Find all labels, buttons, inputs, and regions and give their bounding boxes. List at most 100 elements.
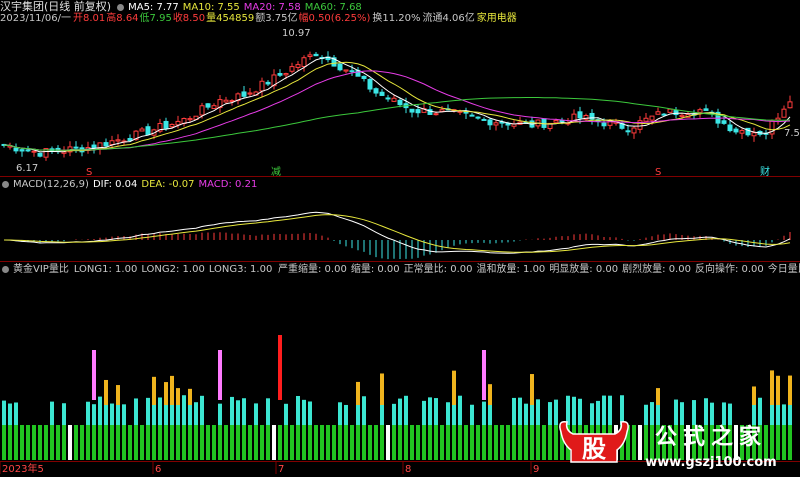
- candle-body: [175, 120, 181, 126]
- vol-ratio-bar: [212, 425, 216, 460]
- candle-body: [265, 81, 271, 85]
- vol-ratio-bar: [380, 425, 384, 460]
- vol-ratio-bar: [440, 425, 444, 460]
- candle-body: [73, 146, 79, 149]
- vol-item: 明显放量: 0.00: [549, 264, 619, 275]
- vol-ratio-bar: [170, 375, 174, 405]
- watermark-icon-text: 股: [582, 435, 606, 463]
- vol-ratio-bar: [164, 382, 168, 405]
- candle-body: [373, 88, 379, 94]
- macd-name[interactable]: MACD(12,26,9): [13, 179, 89, 190]
- ma5-line: [3, 56, 791, 153]
- quote-high: 高8.64: [106, 13, 139, 24]
- candle-body: [751, 132, 757, 137]
- candle-body: [163, 120, 169, 129]
- vol-ratio-bar: [98, 425, 102, 460]
- vol-name[interactable]: 黄金VIP量比: [13, 264, 69, 275]
- vol-ratio-bar: [170, 425, 174, 460]
- candle-body: [139, 128, 145, 132]
- candle-body: [397, 99, 403, 106]
- vol-ratio-bar: [98, 396, 102, 425]
- vol-long1: LONG1: 1.00: [73, 264, 138, 275]
- indicator-toggle-icon[interactable]: [117, 3, 125, 11]
- vol-ratio-bar: [410, 425, 414, 460]
- vol-ratio-bar: [452, 370, 456, 405]
- vol-ratio-bar: [68, 425, 72, 460]
- candle-body: [109, 140, 115, 146]
- vol-ratio-bar: [434, 398, 438, 425]
- vol-ratio-bar: [350, 425, 354, 460]
- vol-ratio-spike: [278, 335, 282, 400]
- candle-body: [205, 103, 211, 108]
- vol-ratio-bar: [428, 397, 432, 425]
- candle-body: [577, 111, 583, 119]
- vol-item: 正常量比: 0.00: [403, 264, 473, 275]
- vol-ratio-bar: [38, 425, 42, 460]
- vol-item: 严重缩量: 0.00: [278, 264, 347, 275]
- quote-amount: 额3.75亿: [255, 13, 298, 24]
- vol-item: 反向操作: 0.00: [694, 264, 764, 275]
- x-axis-label: 7: [278, 464, 284, 474]
- event-marker: S: [86, 167, 92, 178]
- vol-ratio-bar: [236, 425, 240, 460]
- candle-body: [169, 123, 175, 128]
- vol-long2: LONG2: 1.00: [141, 264, 205, 275]
- x-axis-label: 8: [405, 464, 411, 474]
- vol-ratio-bar: [242, 425, 246, 460]
- candle-body: [733, 128, 739, 133]
- candle-body: [259, 80, 265, 92]
- candle-body: [727, 124, 733, 132]
- candle-body: [481, 118, 487, 121]
- candle-body: [667, 108, 673, 113]
- x-axis-label: 6: [155, 464, 161, 474]
- vol-ratio-bar: [248, 425, 252, 460]
- vol-ratio-bar: [158, 425, 162, 460]
- vol-ratio-bar: [218, 403, 222, 425]
- vol-ratio-bar: [380, 404, 384, 425]
- quote-date: 2023/11/06/一: [0, 13, 72, 24]
- vol-ratio-bar: [176, 388, 180, 405]
- vol-toggle-icon[interactable]: [2, 265, 9, 273]
- candle-body: [277, 73, 283, 76]
- macd-dif-line: [3, 211, 791, 254]
- vol-ratio-bar: [512, 425, 516, 460]
- candle-body: [247, 92, 253, 95]
- candle-body: [415, 109, 421, 114]
- macd-toggle-icon[interactable]: [2, 180, 9, 188]
- candle-body: [601, 122, 607, 127]
- x-axis-label: 9: [533, 464, 539, 474]
- vol-ratio-bar: [488, 425, 492, 460]
- vol-ratio-bar: [146, 425, 150, 460]
- vol-ratio-bar: [188, 388, 192, 405]
- candle-body: [391, 97, 397, 102]
- macd-dea: DEA: -0.07: [141, 179, 195, 190]
- vol-ratio-bar: [194, 425, 198, 460]
- vol-ratio-bar: [188, 425, 192, 460]
- vol-ratio-bar: [362, 425, 366, 460]
- candle-body: [475, 116, 481, 119]
- vol-ratio-bar: [308, 401, 312, 425]
- candle-body: [145, 126, 151, 136]
- vol-ratio-bar: [86, 401, 90, 425]
- vol-ratio-bar: [134, 398, 138, 425]
- vol-ratio-bar: [188, 402, 192, 425]
- vol-ratio-bar: [62, 403, 66, 425]
- vol-items: 严重缩量: 0.00 缩量: 0.00 正常量比: 0.00 温和放量: 1.00 明显…: [278, 263, 800, 276]
- vol-ratio-bar: [92, 404, 96, 425]
- quote-sector: 家用电器: [476, 13, 517, 24]
- vol-ratio-bar: [2, 425, 6, 460]
- vol-ratio-bar: [302, 399, 306, 425]
- candle-body: [559, 120, 565, 123]
- candle-body: [631, 127, 637, 134]
- vol-ratio-bar: [308, 425, 312, 460]
- vol-ratio-bar: [182, 395, 186, 425]
- vol-ratio-bar: [656, 388, 660, 405]
- vol-ratio-bar: [356, 381, 360, 405]
- x-axis-label: 2023年5: [2, 462, 44, 474]
- kline-chart-canvas[interactable]: 10.97 6.17 7.58 S 减 S 财 2023年5 6 7 8 9: [0, 0, 800, 474]
- vol-ratio-bar: [104, 425, 108, 460]
- watermark-site-name: 公式之家: [655, 424, 767, 450]
- vol-ratio-bar: [446, 402, 450, 425]
- vol-ratio-bar: [536, 425, 540, 460]
- vol-ratio-bar: [338, 425, 342, 460]
